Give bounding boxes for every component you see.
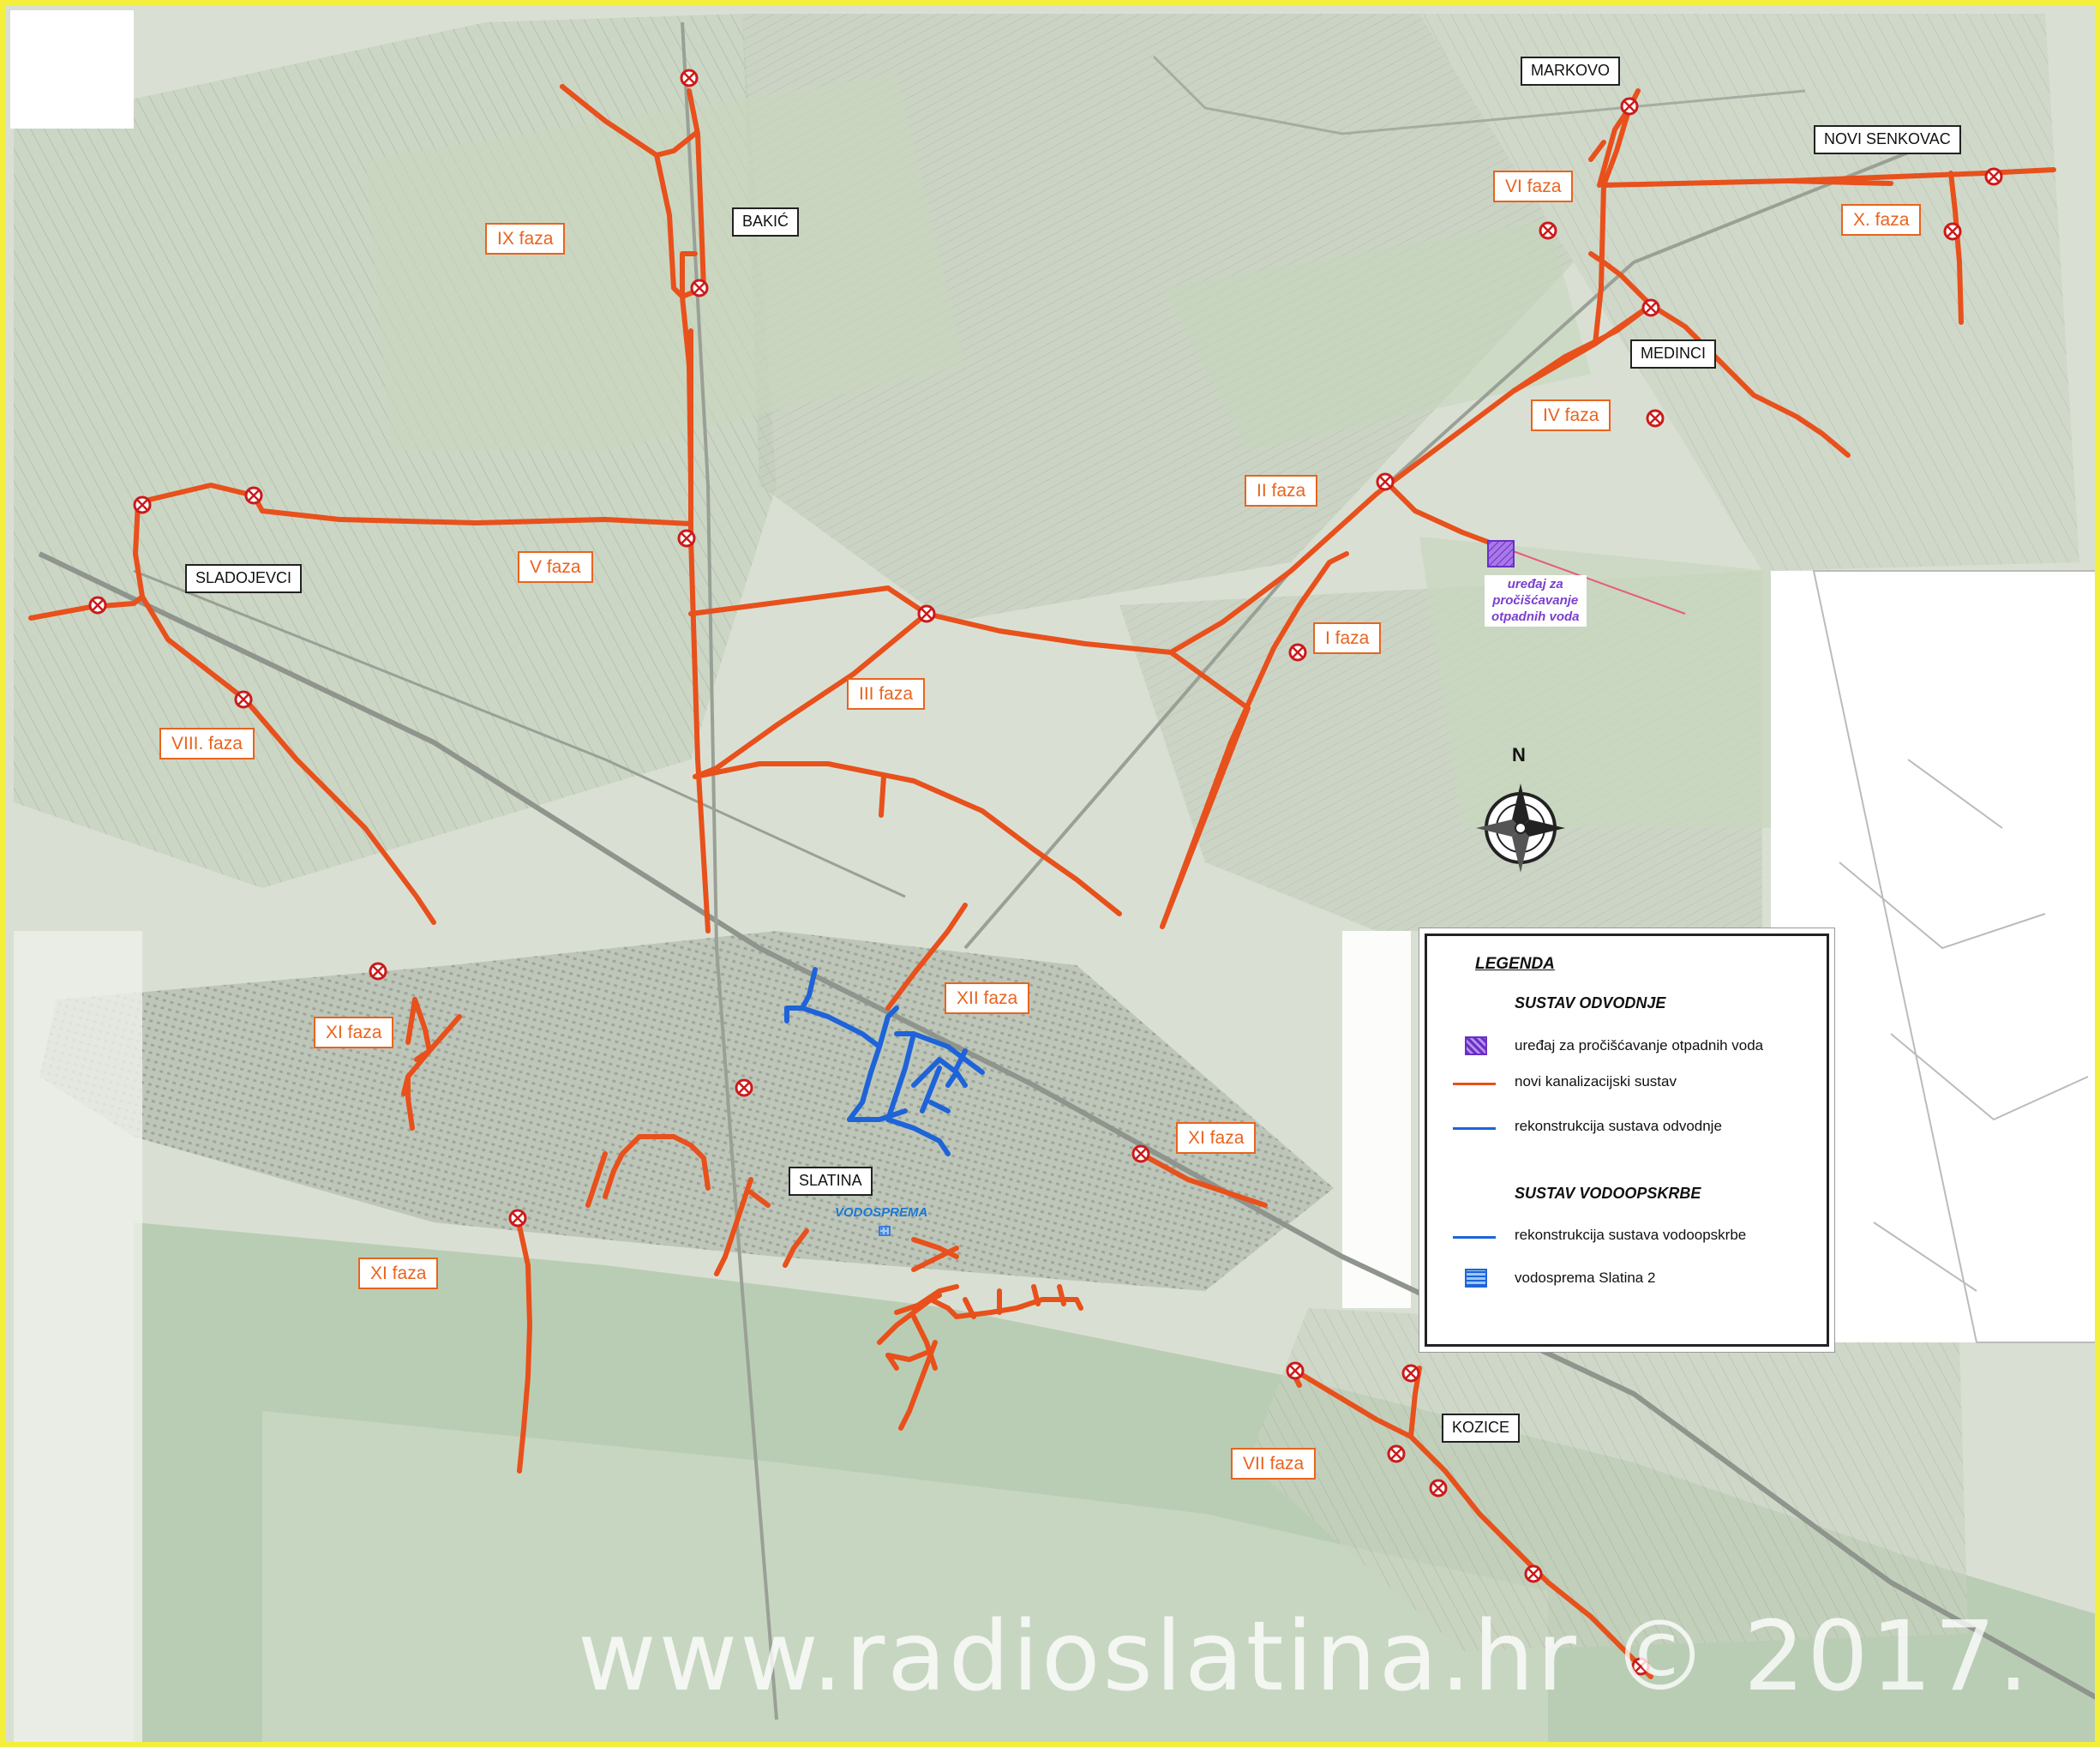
- pump-station-icon: [1286, 1361, 1305, 1380]
- pump-station-icon: [1984, 167, 2003, 186]
- phase-label-11-east: XI faza: [1176, 1122, 1257, 1155]
- place-label-slatina: SLATINA: [789, 1167, 873, 1196]
- map-background: [5, 5, 2095, 1742]
- pump-station-icon: [1524, 1564, 1543, 1583]
- phase-label-10: X. faza: [1841, 204, 1922, 237]
- north-letter: N: [1512, 744, 1526, 765]
- phase-label-8: VIII. faza: [159, 728, 255, 760]
- phase-label-12: XII faza: [945, 982, 1030, 1015]
- phase-label-5: V faza: [518, 551, 593, 584]
- pump-station-icon: [88, 596, 107, 615]
- pump-station-icon: [1429, 1479, 1448, 1498]
- pump-station-icon: [1539, 221, 1557, 240]
- watermark-text: www.radioslatina.hr © 2017.: [578, 1601, 2031, 1713]
- place-label-kozice: KOZICE: [1442, 1414, 1521, 1443]
- legend-water-reconstruction-text: rekonstrukcija sustava vodoopskrbe: [1515, 1227, 1747, 1243]
- pump-station-icon: [917, 604, 936, 623]
- phase-label-1: I faza: [1313, 622, 1382, 655]
- place-label-medinci: MEDINCI: [1630, 339, 1716, 369]
- map-legend: LEGENDA SUSTAV ODVODNJE uređaj za pročiš…: [1425, 934, 1829, 1347]
- place-label-markovo: MARKOVO: [1521, 57, 1621, 86]
- treatment-plant-label: uređaj za pročišćavanje otpadnih voda: [1485, 575, 1587, 627]
- pump-station-icon: [1646, 409, 1665, 428]
- place-label-bakic: BAKIĆ: [732, 207, 800, 237]
- pump-station-icon: [1641, 298, 1660, 317]
- phase-label-11-west: XI faza: [314, 1017, 394, 1049]
- pump-station-icon: [680, 69, 699, 87]
- legend-sewer-reconstruction-line: [1453, 1127, 1496, 1130]
- phase-label-9: IX faza: [485, 223, 566, 255]
- phase-label-3: III faza: [847, 678, 926, 711]
- map-frame: I faza II faza III faza IV faza V faza V…: [0, 0, 2100, 1747]
- pump-station-icon: [1387, 1444, 1406, 1463]
- legend-plant-text: uređaj za pročišćavanje otpadnih voda: [1515, 1037, 1764, 1054]
- pump-station-icon: [244, 486, 263, 505]
- pump-station-icon: [508, 1209, 527, 1228]
- place-label-sladojevci: SLADOJEVCI: [185, 564, 303, 593]
- legend-plant-swatch: [1465, 1036, 1487, 1055]
- pump-station-icon: [1288, 643, 1307, 662]
- legend-new-sewer-line: [1453, 1083, 1496, 1085]
- pump-station-icon: [133, 495, 152, 514]
- pump-station-icon: [234, 690, 253, 709]
- pump-station-icon: [1620, 97, 1639, 116]
- phase-label-7: VII faza: [1231, 1448, 1317, 1480]
- pump-station-icon: [1376, 472, 1395, 491]
- legend-new-sewer-text: novi kanalizacijski sustav: [1515, 1073, 1677, 1090]
- pump-station-icon: [369, 962, 387, 981]
- legend-section-sewer: SUSTAV ODVODNJE: [1515, 994, 1666, 1012]
- pump-station-icon: [677, 529, 696, 548]
- legend-water-tank-swatch: [1465, 1269, 1487, 1288]
- map-white-corner: [10, 10, 134, 129]
- legend-title: LEGENDA: [1475, 955, 1555, 973]
- legend-section-water: SUSTAV VODOOPSKRBE: [1515, 1185, 1701, 1202]
- phase-label-11-south: XI faza: [358, 1258, 439, 1290]
- pump-station-icon: [735, 1078, 753, 1097]
- place-label-novi-senkovac: NOVI SENKOVAC: [1814, 125, 1961, 154]
- legend-water-reconstruction-line: [1453, 1236, 1496, 1239]
- legend-water-tank-text: vodosprema Slatina 2: [1515, 1270, 1656, 1286]
- phase-label-4: IV faza: [1531, 399, 1611, 432]
- pump-station-icon: [1131, 1144, 1150, 1163]
- water-tank-label: VODOSPREMA: [835, 1205, 928, 1220]
- phase-label-2: II faza: [1245, 475, 1318, 507]
- phase-label-6: VI faza: [1493, 171, 1574, 203]
- legend-sewer-reconstruction-text: rekonstrukcija sustava odvodnje: [1515, 1118, 1722, 1134]
- pump-station-icon: [1943, 222, 1962, 241]
- pump-station-icon: [1401, 1364, 1420, 1383]
- pump-station-icon: [690, 279, 709, 297]
